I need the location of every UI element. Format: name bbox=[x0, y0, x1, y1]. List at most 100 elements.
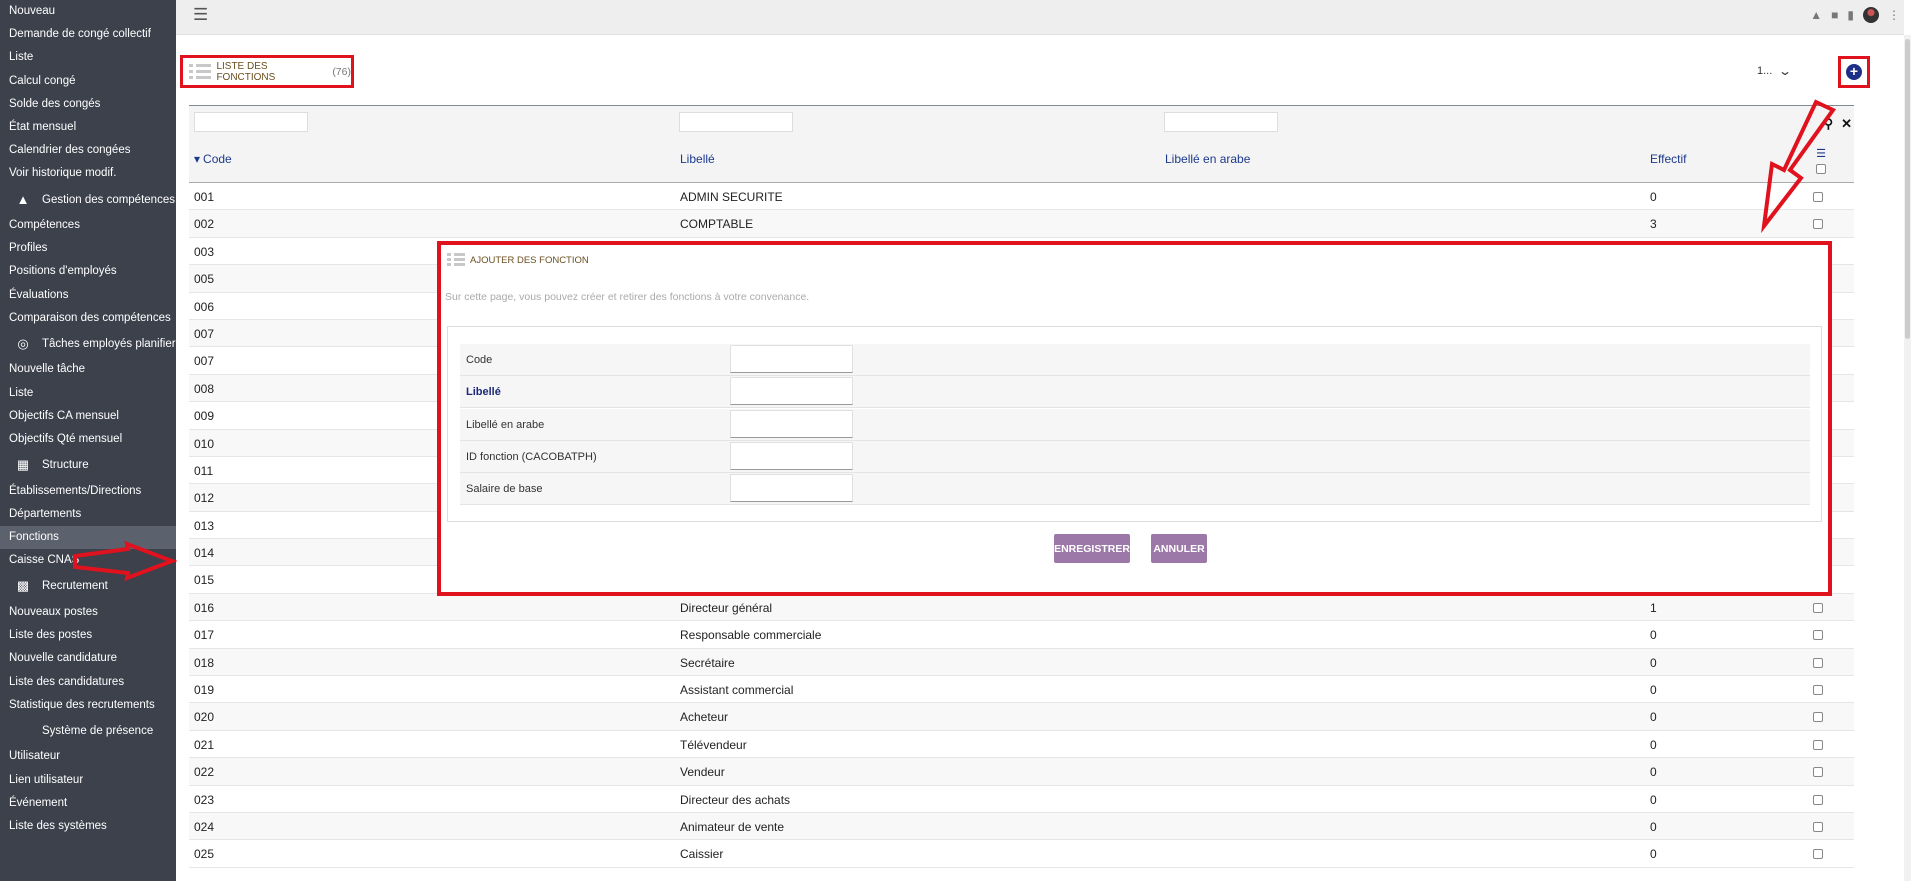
filter-code-input[interactable] bbox=[194, 112, 308, 132]
column-header-arabe[interactable]: Libellé en arabe bbox=[1165, 152, 1250, 166]
row-checkbox[interactable] bbox=[1813, 192, 1823, 202]
table-row[interactable]: 020 Acheteur 0 bbox=[189, 703, 1854, 731]
table-row[interactable]: 016 Directeur général 1 bbox=[189, 593, 1854, 622]
add-button[interactable]: + bbox=[1846, 64, 1862, 80]
table-row[interactable]: 019 Assistant commercial 0 bbox=[189, 676, 1854, 704]
menu-icon[interactable]: ☰ bbox=[193, 5, 208, 25]
table-row[interactable]: 002 COMPTABLE 3 bbox=[189, 210, 1854, 238]
field-input[interactable] bbox=[730, 474, 853, 503]
sidebar-item[interactable]: Utilisateur bbox=[0, 745, 176, 768]
field-input[interactable] bbox=[730, 409, 853, 438]
sidebar-item[interactable]: Lien utilisateur bbox=[0, 769, 176, 792]
close-icon[interactable]: ✕ bbox=[1841, 116, 1852, 132]
table-row[interactable]: 001 ADMIN SECURITE 0 bbox=[189, 183, 1854, 211]
sidebar-item-label: Calcul congé bbox=[9, 74, 76, 87]
row-checkbox[interactable] bbox=[1813, 794, 1823, 805]
row-checkbox[interactable] bbox=[1813, 712, 1823, 723]
row-checkbox[interactable] bbox=[1813, 739, 1823, 750]
sidebar-item[interactable]: Évaluations bbox=[0, 284, 176, 307]
row-checkbox[interactable] bbox=[1813, 685, 1823, 696]
sidebar-group[interactable]: ▩ Recrutement bbox=[0, 572, 176, 601]
sidebar-item[interactable]: Calcul congé bbox=[0, 70, 176, 93]
sidebar-item[interactable]: Profiles bbox=[0, 237, 176, 260]
cell-code: 002 bbox=[194, 217, 215, 232]
cell-code: 010 bbox=[194, 436, 215, 451]
sidebar-item[interactable]: Liste des candidatures bbox=[0, 671, 176, 694]
chat-icon[interactable]: ■ bbox=[1831, 8, 1838, 22]
cell-code: 008 bbox=[194, 381, 215, 396]
sidebar-item[interactable]: Objectifs Qté mensuel bbox=[0, 428, 176, 451]
sidebar-item[interactable]: Établissements/Directions bbox=[0, 480, 176, 503]
sidebar-item[interactable]: Nouvelle tâche bbox=[0, 358, 176, 381]
sidebar-item[interactable]: Départements bbox=[0, 503, 176, 526]
cell-libelle: Animateur de vente bbox=[680, 819, 785, 834]
column-header-effectif[interactable]: Effectif bbox=[1650, 152, 1686, 166]
cell-libelle: Secrétaire bbox=[680, 655, 735, 670]
field-input[interactable] bbox=[730, 441, 853, 470]
row-checkbox[interactable] bbox=[1813, 767, 1823, 778]
row-checkbox[interactable] bbox=[1813, 657, 1823, 668]
sidebar-item[interactable]: Positions d'employés bbox=[0, 260, 176, 283]
sidebar-item[interactable]: Liste des postes bbox=[0, 624, 176, 647]
sidebar-item[interactable]: Compétences bbox=[0, 214, 176, 237]
sidebar-item[interactable]: Fonctions bbox=[0, 526, 176, 550]
table-row[interactable]: 024 Animateur de vente 0 bbox=[189, 812, 1854, 841]
sidebar-group[interactable]: ▲ Gestion des compétences bbox=[0, 186, 176, 215]
sidebar-item[interactable]: Nouveaux postes bbox=[0, 601, 176, 624]
table-row[interactable]: 023 Directeur des achats 0 bbox=[189, 785, 1854, 813]
sidebar-item[interactable]: Statistique des recrutements bbox=[0, 694, 176, 717]
page-scrollbar[interactable] bbox=[1904, 35, 1911, 881]
row-checkbox[interactable] bbox=[1813, 630, 1823, 641]
table-row[interactable]: 022 Vendeur 0 bbox=[189, 758, 1854, 786]
sidebar-item[interactable]: Voir historique modif. bbox=[0, 162, 176, 185]
sidebar-item[interactable]: Demande de congé collectif bbox=[0, 23, 176, 46]
sidebar-item-label: Calendrier des congées bbox=[9, 144, 131, 157]
row-checkbox[interactable] bbox=[1813, 821, 1823, 832]
search-icon[interactable]: ⚲ bbox=[1824, 116, 1834, 132]
sidebar-item-label: Liste bbox=[9, 51, 34, 64]
sidebar-item[interactable]: Calendrier des congées bbox=[0, 139, 176, 162]
cancel-button[interactable]: ANNULER bbox=[1151, 534, 1207, 563]
cell-libelle: Directeur des achats bbox=[680, 792, 791, 807]
sidebar-item[interactable]: Nouvelle candidature bbox=[0, 647, 176, 670]
cell-code: 022 bbox=[194, 765, 215, 780]
sidebar-item[interactable]: Liste bbox=[0, 382, 176, 405]
field-input[interactable] bbox=[730, 377, 853, 406]
page-size-select[interactable]: 1... ⌄ bbox=[1757, 64, 1792, 78]
cell-libelle: ADMIN SECURITE bbox=[680, 190, 783, 204]
sidebar-item[interactable]: Événement bbox=[0, 792, 176, 815]
field-input[interactable] bbox=[730, 345, 853, 373]
table-row[interactable]: 017 Responsable commerciale 0 bbox=[189, 621, 1854, 649]
filter-arabe-input[interactable] bbox=[1164, 112, 1278, 132]
clipboard-icon[interactable]: ▮ bbox=[1847, 8, 1854, 22]
sidebar-item[interactable]: Comparaison des compétences bbox=[0, 307, 176, 330]
sidebar-item[interactable]: Liste des systèmes bbox=[0, 815, 176, 838]
row-checkbox[interactable] bbox=[1813, 849, 1823, 860]
sidebar-item[interactable]: Caisse CNAS bbox=[0, 549, 176, 572]
more-vertical-icon[interactable]: ⋮ bbox=[1888, 8, 1900, 22]
column-header-libelle[interactable]: Libellé bbox=[680, 152, 715, 166]
sidebar-item[interactable]: Solde des congés bbox=[0, 93, 176, 116]
table-row[interactable]: 025 Caissier 0 bbox=[189, 840, 1854, 868]
sidebar-item[interactable]: Liste bbox=[0, 46, 176, 69]
sidebar-group[interactable]: Système de présence bbox=[0, 717, 176, 746]
row-checkbox[interactable] bbox=[1813, 602, 1823, 613]
table-row[interactable]: 021 Télévendeur 0 bbox=[189, 730, 1854, 759]
cell-effectif: 0 bbox=[1650, 737, 1657, 752]
sidebar-group[interactable]: ▦ Structure bbox=[0, 451, 176, 480]
avatar[interactable] bbox=[1863, 7, 1879, 23]
list-options-icon[interactable]: ☰ bbox=[1816, 147, 1826, 160]
row-checkbox[interactable] bbox=[1813, 219, 1823, 230]
sidebar-item[interactable]: Objectifs CA mensuel bbox=[0, 405, 176, 428]
select-all-checkbox[interactable] bbox=[1816, 164, 1826, 174]
scrollbar-thumb[interactable] bbox=[1905, 39, 1910, 339]
sidebar-item-label: Événement bbox=[9, 796, 68, 809]
save-button[interactable]: ENREGISTRER bbox=[1054, 534, 1130, 563]
sidebar-item[interactable]: État mensuel bbox=[0, 116, 176, 139]
sidebar-item[interactable]: Nouveau bbox=[0, 0, 176, 23]
sidebar-group[interactable]: ◎ Tâches employés planifier bbox=[0, 330, 176, 359]
notification-bell-icon[interactable]: ▲ bbox=[1810, 8, 1822, 22]
table-row[interactable]: 018 Secrétaire 0 bbox=[189, 648, 1854, 677]
filter-libelle-input[interactable] bbox=[679, 112, 793, 132]
column-header-code[interactable]: Code bbox=[194, 152, 232, 166]
